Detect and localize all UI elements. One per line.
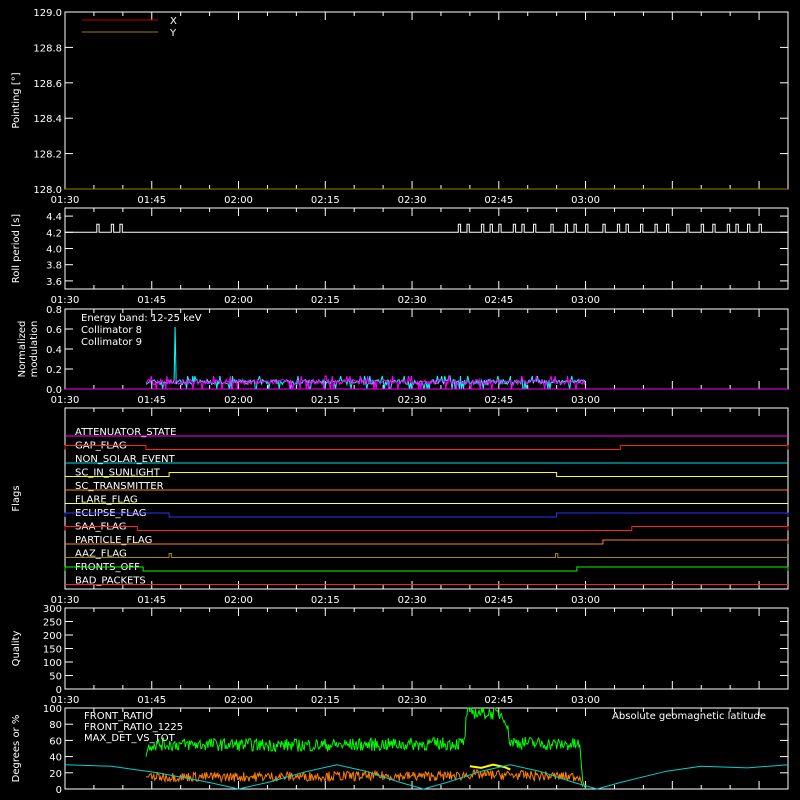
flags-y-title: Flags [11,485,22,511]
roll-time-tick-label: 03:00 [571,295,600,306]
front_ratio-y-tick-label: 100 [43,704,62,715]
modulation-y-tick-label: 0.8 [46,305,62,316]
pointing-time-tick-label: 02:30 [398,195,427,206]
pointing-time-tick-label: 02:15 [311,195,340,206]
quality-time-tick-label: 02:45 [484,695,513,706]
roll-time-tick-label: 01:45 [137,295,166,306]
flags-time-tick-label: 01:45 [137,595,166,606]
roll-y-tick-label: 4.2 [46,228,62,239]
front_ratio-y-tick-label: 0 [56,785,62,796]
flags-time-tick-label: 02:30 [398,595,427,606]
roll-y-title: Roll period [s] [11,214,22,283]
flag-line-particle_flag [65,539,789,545]
quality-y-tick-label: 300 [43,604,62,615]
quality-y-tick-label: 250 [43,618,62,629]
flag-line-fronts_off [64,566,789,572]
flag-line-aaz_flag [65,553,788,558]
modulation-y-tick-label: 0.2 [46,365,62,376]
flags-time-tick-label: 02:00 [224,595,253,606]
modulation-time-tick-label: 02:30 [398,395,427,406]
summary-plot: 01:30 01:45 02:00 02:15 02:30 02:45 03:00 128.0… [0,0,800,800]
front-series-max_det_vs_tot [146,768,584,787]
plot-canvas: 01:30 01:45 02:00 02:15 02:30 02:45 03:00 128.0… [11,8,789,796]
flag-line-gap_flag [64,445,789,450]
roll-period-line [65,223,788,233]
pointing-time-tick-label: 03:00 [571,195,600,206]
quality-time-tick-label: 03:00 [571,695,600,706]
legend-label-y: Y [169,28,177,39]
quality-frame [64,607,789,690]
quality-time-tick-label: 02:00 [224,695,253,706]
quality-time-tick-label: 02:30 [398,695,427,706]
modulation-time-tick-label: 02:15 [311,395,340,406]
modulation-y-tick-label: 0.4 [46,345,62,356]
front_ratio-y-tick-label: 80 [49,720,62,731]
front_ratio-y-title: Degrees or % [11,715,22,783]
modulation-annotation: Energy band: 12-25 keV [81,313,202,324]
pointing-y-tick-label: 128.6 [33,79,62,90]
pointing-y-tick-label: 128.8 [33,43,62,54]
legend-label-x: X [170,16,177,27]
modulation-legend-8: Collimator 8 [81,325,142,336]
flag-line-sc_in_sunlight [65,472,788,477]
roll-frame [64,207,789,290]
pointing-time-tick-label: 01:45 [137,195,166,206]
quality-y-tick-label: 150 [43,645,62,656]
flags-time-tick-label: 03:00 [571,595,600,606]
front-legend-front_ratio: FRONT_RATIO [84,711,153,722]
flags-time-tick-label: 02:15 [311,595,340,606]
quality-y-tick-label: 200 [43,631,62,642]
modulation-time-tick-label: 02:45 [484,395,513,406]
quality-y-tick-label: 0 [56,685,62,696]
pointing-y-tick-label: 128.0 [33,185,62,196]
quality-time-tick-label: 01:45 [137,695,166,706]
roll-time-tick-label: 02:45 [484,295,513,306]
modulation-y-tick-label: 0.0 [46,385,62,396]
quality-y-tick-label: 100 [43,658,62,669]
modulation-y-tick-label: 0.6 [46,325,62,336]
modulation-time-tick-label: 01:45 [137,395,166,406]
roll-y-tick-label: 3.8 [46,261,62,272]
front-legend-front_ratio_1225: FRONT_RATIO_1225 [84,722,183,733]
front_ratio-y-tick-label: 20 [49,769,62,780]
pointing-time-tick-label: 02:45 [484,195,513,206]
roll-time-tick-label: 02:30 [398,295,427,306]
pointing-y-tick-label: 129.0 [33,8,62,19]
front-annotation: Absolute geomagnetic latitude [612,711,766,722]
pointing-time-tick-label: 01:30 [51,195,80,206]
roll-time-tick-label: 02:15 [311,295,340,306]
front_ratio-y-tick-label: 40 [49,753,62,764]
pointing-time-tick-label: 02:00 [224,195,253,206]
modulation-time-tick-label: 03:00 [571,395,600,406]
flag-line-saa_flag [64,526,789,531]
front-legend-max_det_vs_tot: MAX_DET_VS_TOT [84,733,176,744]
roll-y-tick-label: 4.4 [46,212,62,223]
front_ratio-y-tick-label: 60 [49,736,62,747]
roll-y-tick-label: 3.6 [46,277,62,288]
roll-y-tick-label: 4.0 [46,245,62,256]
modulation-legend-9: Collimator 9 [81,337,142,348]
flag-line-eclipse_flag [64,512,789,518]
pointing-y-tick-label: 128.2 [33,150,62,161]
quality-y-tick-label: 50 [49,672,62,683]
quality-y-title: Quality [11,631,22,667]
quality-time-tick-label: 02:15 [311,695,340,706]
pointing-y-title: Pointing [°] [11,72,22,128]
flags-time-tick-label: 02:45 [484,595,513,606]
modulation-time-tick-label: 01:30 [51,395,80,406]
modulation-y-title: Normalized [17,321,28,378]
modulation-time-tick-label: 02:00 [224,395,253,406]
pointing-y-tick-label: 128.4 [33,114,62,125]
modulation-y-title: modulation [29,321,40,378]
roll-time-tick-label: 02:00 [224,295,253,306]
